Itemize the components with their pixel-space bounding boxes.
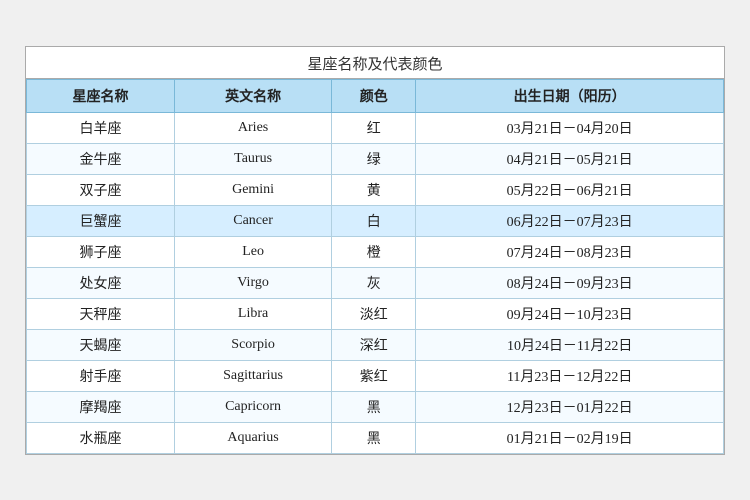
cell-date: 12月23日－01月22日 [416,391,724,422]
cell-zh: 摩羯座 [27,391,175,422]
table-row: 射手座Sagittarius紫红11月23日－12月22日 [27,360,724,391]
main-container: 星座名称及代表颜色 星座名称 英文名称 颜色 出生日期（阳历） 白羊座Aries… [25,46,725,455]
cell-date: 03月21日－04月20日 [416,112,724,143]
zodiac-table: 星座名称 英文名称 颜色 出生日期（阳历） 白羊座Aries红03月21日－04… [26,79,724,454]
col-header-color: 颜色 [332,79,416,112]
cell-en: Capricorn [175,391,332,422]
cell-en: Gemini [175,174,332,205]
table-row: 巨蟹座Cancer白06月22日－07月23日 [27,205,724,236]
cell-date: 05月22日－06月21日 [416,174,724,205]
table-row: 白羊座Aries红03月21日－04月20日 [27,112,724,143]
cell-zh: 水瓶座 [27,422,175,453]
cell-color: 黑 [332,391,416,422]
cell-en: Leo [175,236,332,267]
cell-date: 01月21日－02月19日 [416,422,724,453]
cell-en: Libra [175,298,332,329]
cell-color: 紫红 [332,360,416,391]
col-header-en: 英文名称 [175,79,332,112]
table-row: 水瓶座Aquarius黑01月21日－02月19日 [27,422,724,453]
cell-zh: 处女座 [27,267,175,298]
table-row: 双子座Gemini黄05月22日－06月21日 [27,174,724,205]
cell-date: 10月24日－11月22日 [416,329,724,360]
cell-zh: 狮子座 [27,236,175,267]
cell-date: 08月24日－09月23日 [416,267,724,298]
cell-en: Cancer [175,205,332,236]
cell-color: 白 [332,205,416,236]
cell-date: 07月24日－08月23日 [416,236,724,267]
table-header-row: 星座名称 英文名称 颜色 出生日期（阳历） [27,79,724,112]
cell-en: Scorpio [175,329,332,360]
cell-zh: 金牛座 [27,143,175,174]
cell-date: 09月24日－10月23日 [416,298,724,329]
cell-zh: 天秤座 [27,298,175,329]
table-row: 天秤座Libra淡红09月24日－10月23日 [27,298,724,329]
cell-zh: 白羊座 [27,112,175,143]
col-header-zh: 星座名称 [27,79,175,112]
cell-color: 橙 [332,236,416,267]
cell-color: 深红 [332,329,416,360]
cell-color: 黑 [332,422,416,453]
cell-en: Aries [175,112,332,143]
cell-zh: 天蝎座 [27,329,175,360]
table-row: 天蝎座Scorpio深红10月24日－11月22日 [27,329,724,360]
cell-date: 11月23日－12月22日 [416,360,724,391]
table-row: 金牛座Taurus绿04月21日－05月21日 [27,143,724,174]
cell-en: Taurus [175,143,332,174]
cell-zh: 射手座 [27,360,175,391]
col-header-date: 出生日期（阳历） [416,79,724,112]
cell-date: 06月22日－07月23日 [416,205,724,236]
cell-en: Virgo [175,267,332,298]
cell-color: 绿 [332,143,416,174]
cell-color: 红 [332,112,416,143]
cell-zh: 巨蟹座 [27,205,175,236]
table-row: 处女座Virgo灰08月24日－09月23日 [27,267,724,298]
cell-en: Sagittarius [175,360,332,391]
cell-color: 黄 [332,174,416,205]
cell-color: 淡红 [332,298,416,329]
table-row: 狮子座Leo橙07月24日－08月23日 [27,236,724,267]
page-title: 星座名称及代表颜色 [26,47,724,79]
cell-date: 04月21日－05月21日 [416,143,724,174]
table-row: 摩羯座Capricorn黑12月23日－01月22日 [27,391,724,422]
cell-zh: 双子座 [27,174,175,205]
cell-en: Aquarius [175,422,332,453]
cell-color: 灰 [332,267,416,298]
